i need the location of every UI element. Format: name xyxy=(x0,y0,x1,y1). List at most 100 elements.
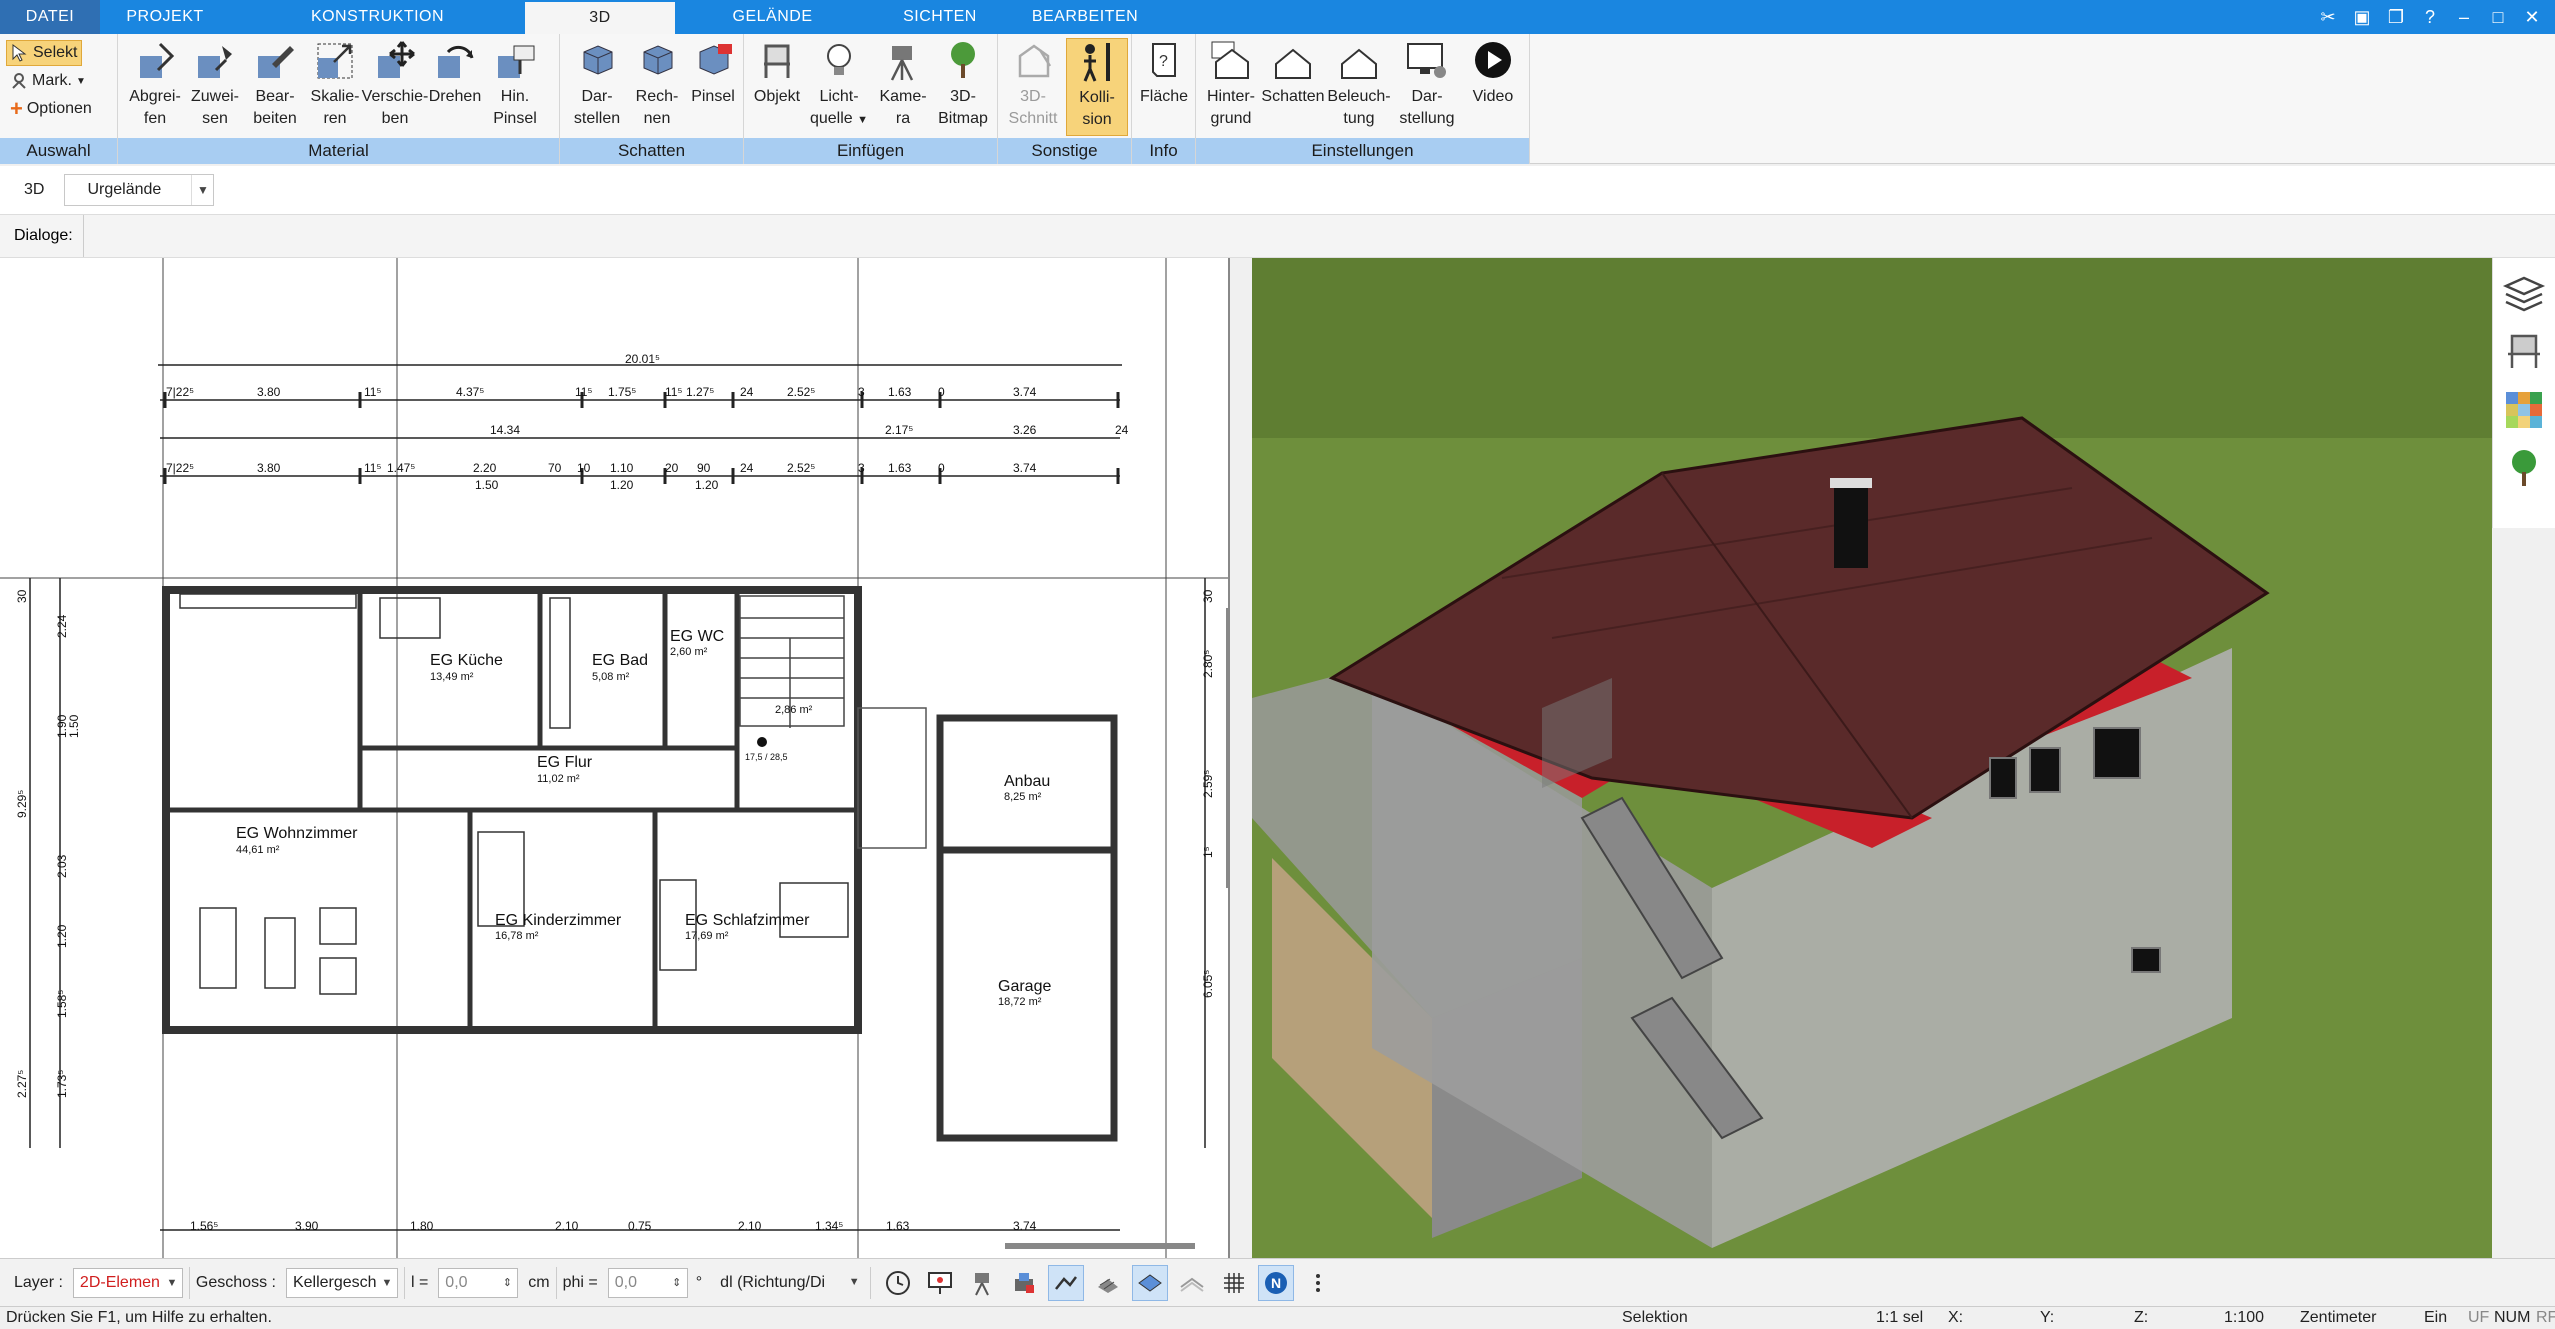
spinner-icon[interactable]: ⇕ xyxy=(667,1269,687,1297)
abgreifen-button[interactable]: Abgrei- fen xyxy=(124,38,186,136)
dim-r3-4: 2.20 xyxy=(473,461,497,475)
kollision-button[interactable]: Kolli- sion xyxy=(1066,38,1128,136)
hin-pinsel-button[interactable]: Hin. Pinsel xyxy=(484,38,546,136)
layers-icon[interactable] xyxy=(2502,272,2546,316)
objekt-button[interactable]: Objekt xyxy=(746,38,808,136)
phi-input[interactable]: 0,0 ⇕ xyxy=(607,1267,688,1298)
window-controls: ✂ ▣ ❐ ? – □ ✕ xyxy=(2313,0,2555,34)
darstellung-button[interactable]: Dar- stellung xyxy=(1396,38,1458,136)
mark-button[interactable]: Mark. ▼ xyxy=(6,68,90,94)
flaeche-button[interactable]: ? Fläche xyxy=(1133,38,1195,136)
bitmap-button[interactable]: 3D- Bitmap xyxy=(932,38,994,136)
furniture-icon[interactable] xyxy=(2502,330,2546,374)
room-name-flur: EG Flur xyxy=(537,754,593,771)
optionen-button[interactable]: + Optionen xyxy=(6,96,96,122)
dim-r2-2: 3.26 xyxy=(1013,423,1037,437)
materials-icon[interactable] xyxy=(2502,388,2546,432)
3d-view[interactable] xyxy=(1252,258,2492,1258)
room-name-wohnzimmer: EG Wohnzimmer xyxy=(236,825,358,842)
hintergrund-button[interactable]: Hinter- grund xyxy=(1200,38,1262,136)
dim-r3-5: 1.50 xyxy=(475,478,499,492)
window-icon[interactable]: ❐ xyxy=(2381,4,2411,30)
chevron-down-icon[interactable]: ▼ xyxy=(191,175,213,205)
tab-sichten[interactable]: SICHTEN xyxy=(870,0,1010,34)
verschieben-button[interactable]: Verschie- ben xyxy=(362,38,428,136)
tools-icon[interactable]: ✂ xyxy=(2313,4,2343,30)
close-icon[interactable]: ✕ xyxy=(2517,4,2547,30)
dim-r3-11: 90 xyxy=(697,461,711,475)
plane-icon[interactable] xyxy=(1132,1264,1169,1301)
dim-r3-6: 70 xyxy=(548,461,562,475)
dim-r1-10: 3 xyxy=(858,385,865,399)
terrain-icon[interactable] xyxy=(1174,1265,1210,1301)
spinner-icon[interactable]: ⇕ xyxy=(497,1269,517,1297)
camera-view-icon[interactable] xyxy=(964,1265,1000,1301)
beleuchtung-button[interactable]: Beleuch- tung xyxy=(1327,38,1391,136)
bearbeiten-button[interactable]: Bear- beiten xyxy=(244,38,306,136)
dropdown-arrow-icon: ▼ xyxy=(76,75,86,87)
tab-datei[interactable]: DATEI xyxy=(0,0,100,34)
horizontal-scrollbar[interactable] xyxy=(1005,1243,1195,1249)
length-input[interactable]: 0,0 ⇕ xyxy=(438,1267,519,1298)
drehen-button[interactable]: Drehen xyxy=(424,38,486,136)
vertical-scrollbar[interactable] xyxy=(1226,608,1230,888)
restore-icon[interactable]: ▣ xyxy=(2347,4,2377,30)
room-name-wc: EG WC xyxy=(670,628,724,645)
selekt-button[interactable]: Selekt xyxy=(6,40,83,66)
tab-projekt[interactable]: PROJEKT xyxy=(100,0,230,34)
tab-bearbeiten[interactable]: BEARBEITEN xyxy=(1010,0,1160,34)
clock-icon[interactable] xyxy=(880,1265,916,1301)
house-background-icon xyxy=(1211,41,1249,79)
status-x: X: xyxy=(1948,1309,1964,1326)
status-uf: UF xyxy=(2468,1309,2490,1326)
3d-schnitt-button[interactable]: 3D- Schnitt xyxy=(1002,38,1064,136)
geschoss-label: Geschoss : xyxy=(195,1273,276,1291)
room-area-bad: 5,08 m² xyxy=(592,671,630,683)
terrain-select[interactable]: Urgelände ▼ xyxy=(64,174,215,206)
lichtquelle-button[interactable]: Licht- quelle ▼ xyxy=(808,38,870,136)
dim-r1-12: 0 xyxy=(938,385,945,399)
tab-konstruktion[interactable]: KONSTRUKTION xyxy=(230,0,525,34)
dim-r1-7: 1.27⁵ xyxy=(686,385,714,399)
print-icon[interactable] xyxy=(1006,1265,1042,1301)
video-button[interactable]: Video xyxy=(1462,38,1524,136)
hatch-icon[interactable] xyxy=(1090,1265,1126,1301)
svg-text:?: ? xyxy=(1159,53,1168,70)
einst-schatten-button[interactable]: Schatten xyxy=(1261,38,1325,136)
floor-plan-view[interactable]: 20.01⁵ 7|22⁵ 3.80 11⁵ 4.37⁵ 11⁵ 1.75⁵ 11… xyxy=(0,258,1230,1258)
status-bar: Drücken Sie F1, um Hilfe zu erhalten. Se… xyxy=(0,1306,2555,1329)
dim-r3-14: 2.52⁵ xyxy=(787,461,815,475)
draw-line-icon[interactable] xyxy=(1048,1264,1085,1301)
dim-r1-6: 11⁵ xyxy=(665,385,682,399)
dim-r3-13: 24 xyxy=(740,461,754,475)
kamera-button[interactable]: Kame- ra xyxy=(872,38,934,136)
help-icon[interactable]: ? xyxy=(2415,4,2445,30)
status-scale: 1:100 xyxy=(2224,1309,2265,1326)
skalieren-button[interactable]: Skalie- ren xyxy=(304,38,366,136)
geschoss-select[interactable]: Kellergesch ▼ xyxy=(285,1267,398,1298)
zuweisen-button[interactable]: Zuwei- sen xyxy=(184,38,246,136)
dim-r2-3: 24 xyxy=(1115,423,1129,437)
room-area-schlafzimmer: 17,69 m² xyxy=(685,930,729,942)
schatten-rechnen-button[interactable]: Rech- nen xyxy=(626,38,688,136)
dim-bottom-0: 1.56⁵ xyxy=(190,1219,218,1233)
maximize-icon[interactable]: □ xyxy=(2483,4,2513,30)
tab-3d[interactable]: 3D xyxy=(525,0,675,34)
plants-icon[interactable] xyxy=(2502,446,2546,490)
room-name-kueche: EG Küche xyxy=(430,652,503,669)
tab-gelaende[interactable]: GELÄNDE xyxy=(675,0,870,34)
grid-icon[interactable] xyxy=(1216,1265,1252,1301)
move-icon xyxy=(378,41,415,78)
more-options-icon[interactable] xyxy=(1300,1265,1336,1301)
schatten-pinsel-button[interactable]: Pinsel xyxy=(682,38,744,136)
presentation-icon[interactable] xyxy=(922,1265,958,1301)
layer-select[interactable]: 2D-Elemen ▼ xyxy=(72,1267,183,1298)
layer-label: Layer : xyxy=(14,1273,63,1291)
minimize-icon[interactable]: – xyxy=(2449,4,2479,30)
direction-select[interactable]: dl (Richtung/Di ▼ xyxy=(714,1268,864,1298)
house-shadow-icon xyxy=(1275,48,1311,79)
view-options-bar: 3D Urgelände ▼ xyxy=(0,166,2555,214)
room-area-kueche: 13,49 m² xyxy=(430,671,474,683)
schatten-darstellen-button[interactable]: Dar- stellen xyxy=(566,38,628,136)
north-icon[interactable]: N xyxy=(1258,1264,1295,1301)
